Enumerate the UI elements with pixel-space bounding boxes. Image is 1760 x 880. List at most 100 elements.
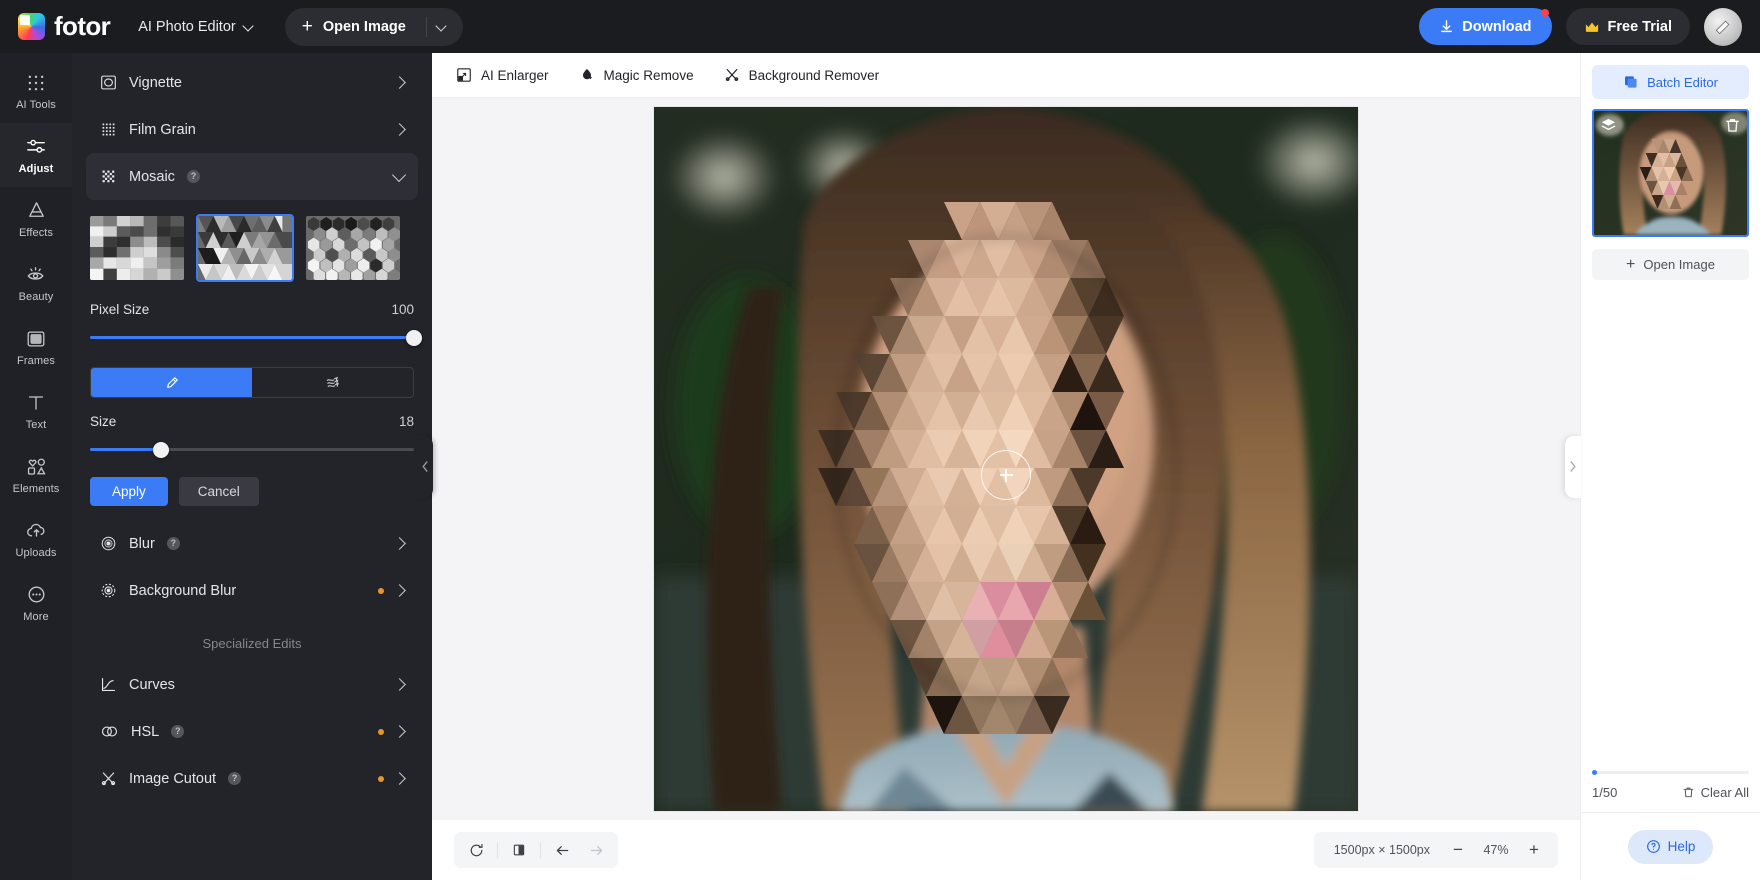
sidebar-item-frames[interactable]: Frames: [0, 315, 72, 379]
sidebar-item-adjust[interactable]: Adjust: [0, 123, 72, 187]
reset-history-icon[interactable]: [460, 835, 492, 865]
trash-icon[interactable]: [1724, 117, 1741, 134]
free-trial-label: Free Trial: [1607, 18, 1672, 35]
eraser-tool-button[interactable]: [252, 368, 413, 397]
cancel-button[interactable]: Cancel: [178, 477, 259, 506]
arrow-left-icon: [556, 845, 568, 855]
chevron-down-icon: [391, 167, 407, 182]
sidebar-item-beauty[interactable]: Beauty: [0, 251, 72, 315]
sidebar-item-label: Uploads: [15, 547, 57, 559]
sidebar-item-label: Elements: [12, 483, 60, 495]
sidebar-item-ai-tools[interactable]: AI Tools: [0, 59, 72, 123]
tool-background-remover[interactable]: Background Remover: [724, 67, 879, 83]
fotor-logo-icon: [18, 13, 45, 40]
button-divider: [425, 16, 427, 37]
redo-arrow-icon[interactable]: [580, 835, 612, 865]
pixel-size-value: 100: [391, 302, 414, 317]
pixel-size-slider[interactable]: [90, 330, 422, 346]
brand-logo[interactable]: fotor: [18, 11, 111, 42]
help-button[interactable]: Help: [1627, 829, 1714, 864]
help-icon[interactable]: ?: [171, 725, 185, 738]
avatar[interactable]: [1704, 7, 1742, 46]
panel-row-mosaic[interactable]: Mosaic ?: [86, 153, 418, 200]
open-image-button-right[interactable]: + Open Image: [1592, 249, 1749, 280]
open-image-button[interactable]: + Open Image: [284, 7, 463, 46]
sidebar-item-elements[interactable]: Elements: [0, 443, 72, 507]
sidebar-item-text[interactable]: Text: [0, 379, 72, 443]
right-panel-footer: 1/50 Clear All: [1581, 770, 1760, 812]
app-header: fotor AI Photo Editor + Open Image Downl…: [0, 0, 1760, 53]
clear-all-label: Clear All: [1700, 785, 1749, 800]
chevron-right-icon: [1570, 461, 1576, 472]
batch-thumbnail-item[interactable]: [1592, 109, 1749, 237]
batch-editor-button[interactable]: Batch Editor: [1592, 65, 1749, 99]
brush-tool-button[interactable]: [91, 368, 252, 397]
brush-size-slider[interactable]: [90, 442, 414, 458]
panel-row-vignette[interactable]: Vignette: [86, 59, 418, 106]
panel-row-image-cutout[interactable]: Image Cutout ?: [86, 755, 418, 802]
edited-photo[interactable]: [654, 107, 1358, 811]
zoom-level-value: 47%: [1483, 843, 1509, 857]
sidebar-item-effects[interactable]: Effects: [0, 187, 72, 251]
panel-row-right: [378, 772, 406, 785]
slider-knob[interactable]: [153, 442, 170, 458]
compare-icon[interactable]: [503, 835, 535, 865]
zoom-in-button[interactable]: +: [1520, 836, 1548, 864]
sidebar-item-more[interactable]: More: [0, 571, 72, 635]
mosaic-style-square-mosaic[interactable]: [88, 214, 186, 282]
frame-icon: [27, 330, 45, 347]
scrollbar-thumb[interactable]: [1592, 770, 1597, 775]
panel-row-background-blur[interactable]: Background Blur: [86, 567, 418, 614]
panel-row-label: Mosaic: [129, 168, 175, 185]
hsl-icon: [101, 726, 118, 737]
canvas-toolbar: AI Enlarger Magic Remove Background Remo…: [432, 53, 1580, 98]
brush-size-header: Size 18: [72, 398, 432, 429]
sidebar-item-label: Effects: [18, 227, 54, 239]
collapse-left-panel-handle[interactable]: [417, 435, 433, 498]
open-image-label: Open Image: [322, 18, 406, 35]
panel-row-film-grain[interactable]: Film Grain: [86, 106, 418, 153]
collapse-right-panel-handle[interactable]: [1565, 435, 1581, 498]
mosaic-style-triangle-mosaic[interactable]: [196, 214, 294, 282]
panel-row-label: Film Grain: [129, 121, 196, 138]
slider-fill: [90, 336, 414, 339]
help-icon[interactable]: ?: [186, 170, 200, 183]
open-image-chevron-down-icon[interactable]: [437, 21, 457, 32]
free-trial-button[interactable]: Free Trial: [1565, 8, 1690, 45]
download-badge-dot: [1540, 9, 1549, 17]
adjust-panel-scroll: Vignette Film Grain Mosaic ? Pixel Size …: [72, 53, 432, 802]
pixel-size-header: Pixel Size 100: [72, 286, 432, 317]
right-panel: Batch Editor + Open Image 1/50 Clear All…: [1580, 53, 1760, 880]
panel-row-curves[interactable]: Curves: [86, 661, 418, 708]
image-dimensions: 1500px × 1500px: [1333, 843, 1430, 857]
history-controls: [454, 832, 618, 868]
clear-all-button[interactable]: Clear All: [1682, 785, 1749, 800]
undo-arrow-icon[interactable]: [546, 835, 578, 865]
tool-magic-remove[interactable]: Magic Remove: [579, 67, 694, 83]
mode-selector[interactable]: AI Photo Editor: [138, 19, 255, 35]
trash-glyph-icon: [1726, 119, 1739, 132]
plus-icon: +: [301, 16, 313, 37]
image-cutout-icon: [101, 772, 116, 786]
panel-row-right: [378, 725, 406, 738]
batch-scrollbar[interactable]: [1592, 770, 1749, 775]
sidebar-item-uploads[interactable]: Uploads: [0, 507, 72, 571]
cloud-upload-icon: [26, 523, 44, 537]
help-icon[interactable]: ?: [166, 537, 180, 550]
tool-ai-enlarger[interactable]: AI Enlarger: [456, 67, 549, 83]
apply-button[interactable]: Apply: [90, 477, 168, 506]
zoom-out-button[interactable]: −: [1444, 836, 1472, 864]
download-button[interactable]: Download: [1419, 8, 1552, 45]
chevron-down-icon: [244, 21, 255, 32]
brand-name: fotor: [54, 11, 111, 41]
help-icon[interactable]: ?: [228, 772, 242, 785]
panel-row-blur[interactable]: Blur ?: [86, 520, 418, 567]
slider-knob[interactable]: [406, 330, 422, 346]
chevron-right-icon: [393, 678, 406, 691]
layers-icon[interactable]: [1600, 117, 1617, 134]
chevron-left-icon: [422, 461, 428, 472]
mosaic-style-hexagon-mosaic[interactable]: [304, 214, 402, 282]
panel-row-hsl[interactable]: HSL ?: [86, 708, 418, 755]
canvas-stage[interactable]: [432, 98, 1580, 820]
sidebar-item-label: Adjust: [18, 163, 54, 175]
